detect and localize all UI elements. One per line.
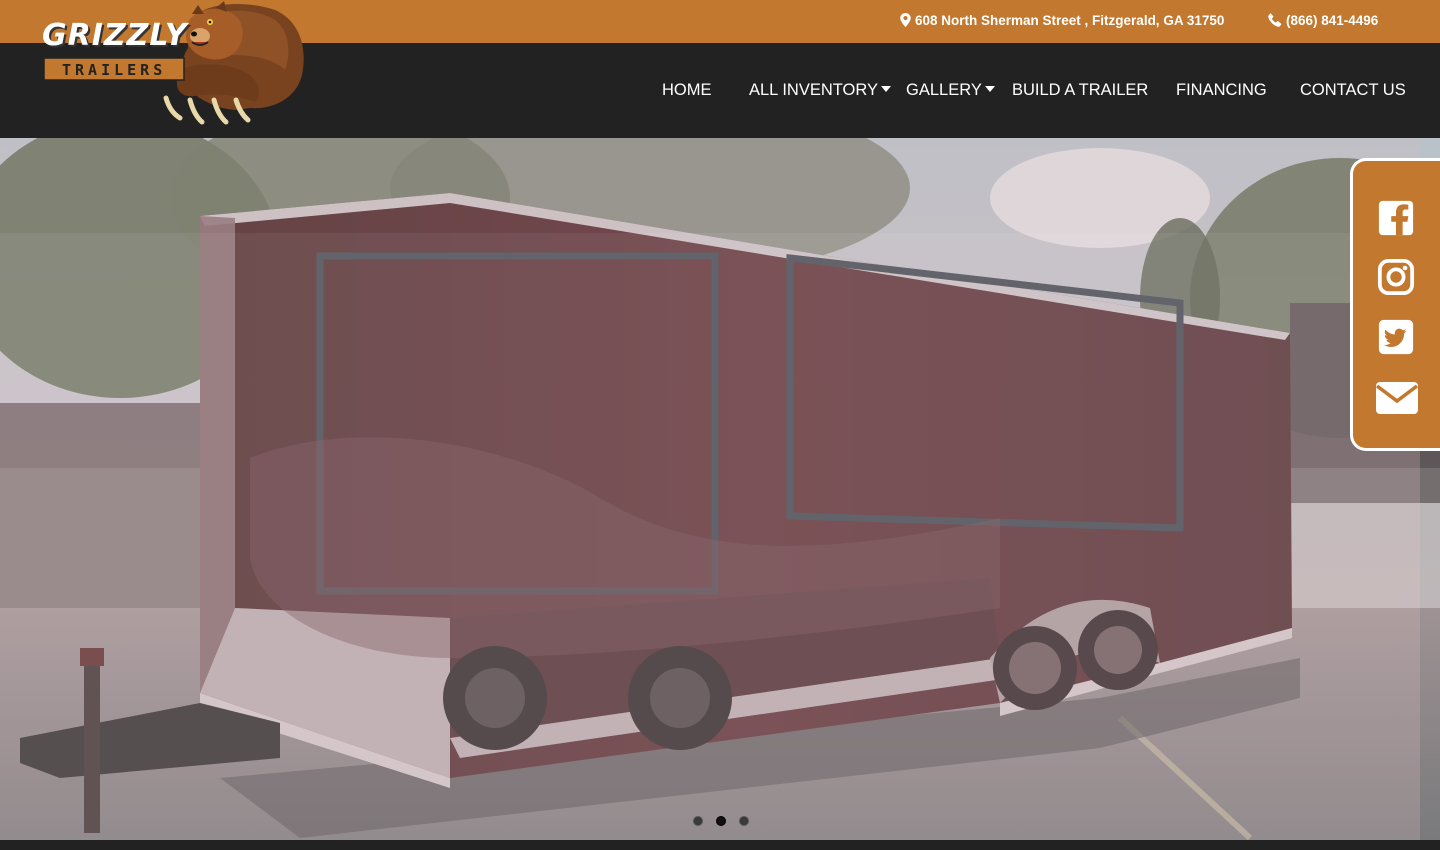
page-bottom-strip xyxy=(0,840,1440,850)
hero-slider xyxy=(0,138,1440,840)
slider-pagination xyxy=(0,816,1440,828)
facebook-icon[interactable] xyxy=(1377,199,1415,237)
nav-item-label: ALL INVENTORY xyxy=(749,81,878,99)
nav-item-build-a-trailer[interactable]: BUILD A TRAILER xyxy=(1012,81,1148,100)
phone-link[interactable]: (866) 841-4496 xyxy=(1268,13,1378,28)
instagram-icon[interactable] xyxy=(1377,258,1415,296)
logo-wordmark: GRIZZLY xyxy=(42,18,188,53)
site-logo[interactable]: GRIZZLY TRAILERS xyxy=(30,0,310,135)
slider-dot-1[interactable] xyxy=(693,816,703,826)
trailer-photo xyxy=(0,138,1440,840)
nav-item-home[interactable]: HOME xyxy=(662,81,712,100)
address-link[interactable]: 608 North Sherman Street , Fitzgerald, G… xyxy=(900,13,1224,28)
nav-item-label: GALLERY xyxy=(906,81,982,99)
nav-item-gallery[interactable]: GALLERY xyxy=(906,81,995,100)
slider-dot-3[interactable] xyxy=(739,816,749,826)
phone-icon xyxy=(1268,13,1282,27)
map-pin-icon xyxy=(900,13,911,27)
nav-item-financing[interactable]: FINANCING xyxy=(1176,81,1267,100)
caret-down-icon xyxy=(881,86,891,92)
nav-item-all-inventory[interactable]: ALL INVENTORY xyxy=(749,81,891,100)
nav-item-contact-us[interactable]: CONTACT US xyxy=(1300,81,1406,100)
logo-tagline: TRAILERS xyxy=(62,61,167,79)
envelope-icon[interactable] xyxy=(1375,379,1419,417)
slider-dot-2[interactable] xyxy=(716,816,726,826)
address-text: 608 North Sherman Street , Fitzgerald, G… xyxy=(915,13,1225,28)
phone-text: (866) 841-4496 xyxy=(1286,13,1379,28)
twitter-icon[interactable] xyxy=(1377,318,1415,356)
caret-down-icon xyxy=(984,86,995,92)
social-sidebar xyxy=(1350,158,1440,451)
